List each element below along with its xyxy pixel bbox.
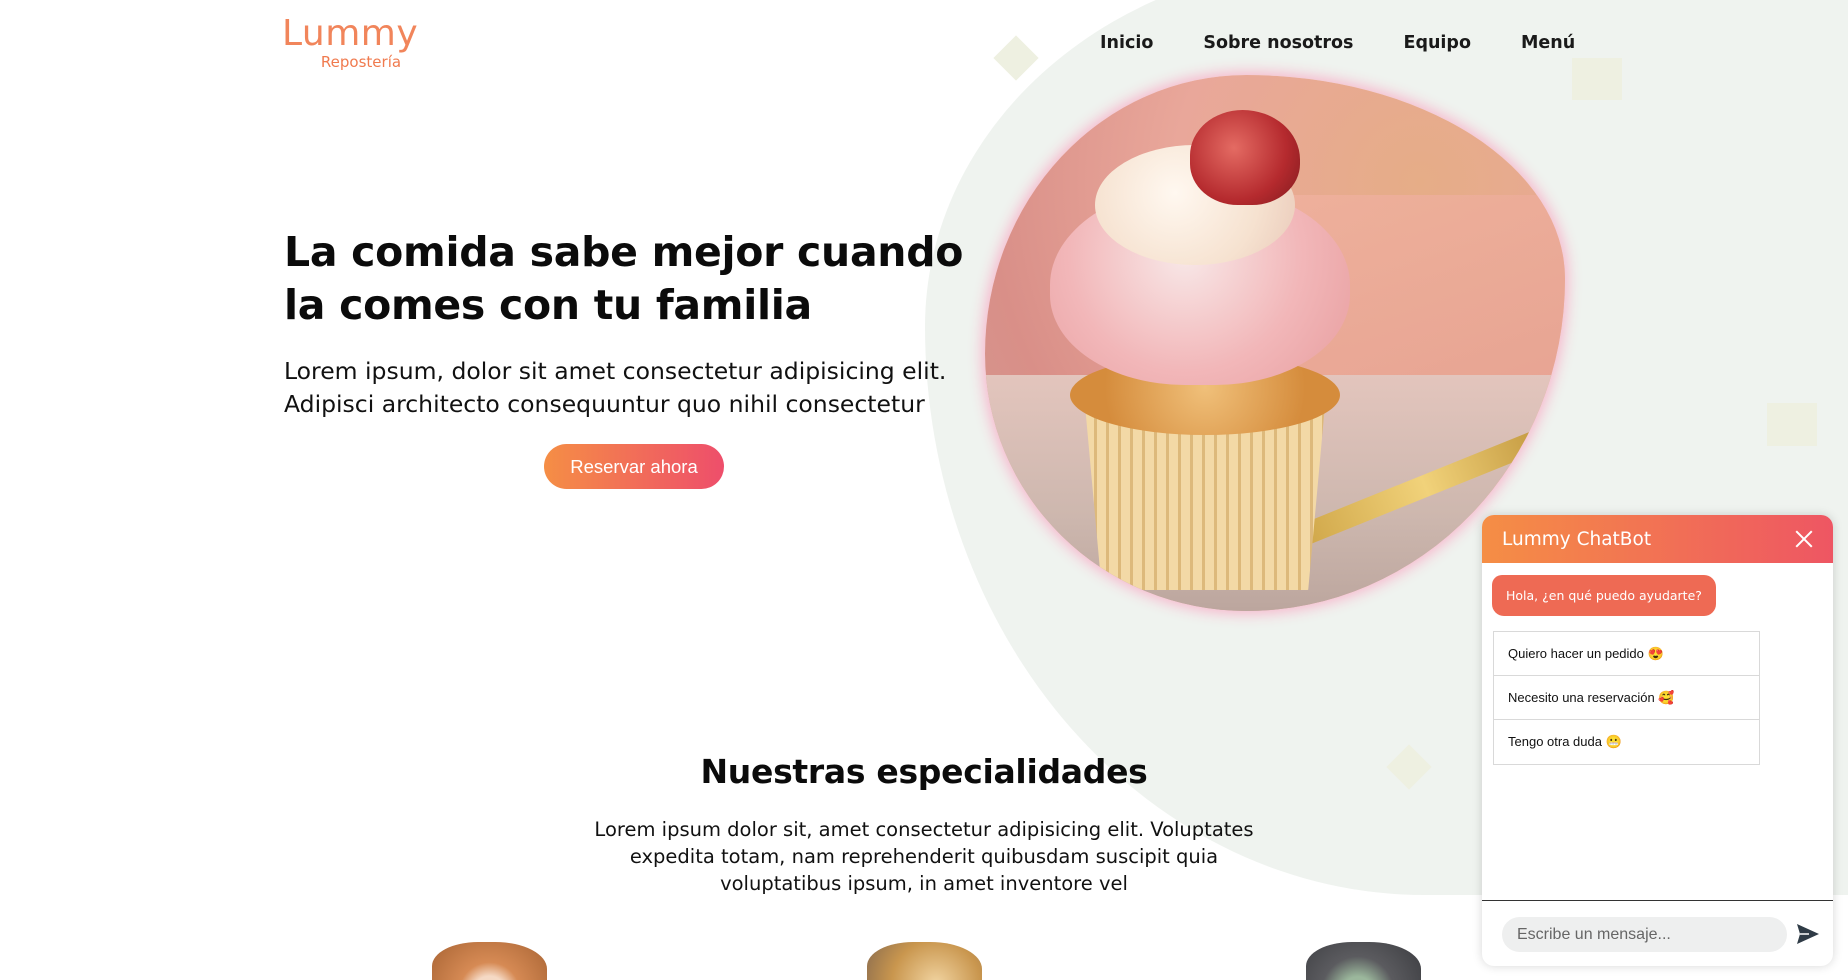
main-nav: Inicio Sobre nosotros Equipo Menú — [1100, 33, 1575, 53]
chat-option-duda[interactable]: Tengo otra duda 😬 — [1494, 720, 1759, 764]
brand-logo[interactable]: Lummy Repostería — [282, 13, 422, 71]
chat-message-input[interactable] — [1502, 917, 1787, 952]
chatbot-footer — [1482, 900, 1833, 966]
send-icon[interactable] — [1796, 923, 1820, 945]
hero-cupcake-image — [985, 75, 1565, 611]
close-icon[interactable] — [1793, 528, 1815, 550]
confetti-shape — [1572, 58, 1622, 100]
bot-message: Hola, ¿en qué puedo ayudarte? — [1492, 575, 1716, 616]
chatbot-title: Lummy ChatBot — [1502, 528, 1652, 550]
nav-item-inicio[interactable]: Inicio — [1100, 33, 1153, 53]
specialty-image-3 — [1306, 942, 1421, 980]
nav-item-sobre-nosotros[interactable]: Sobre nosotros — [1203, 33, 1353, 53]
reserve-button[interactable]: Reservar ahora — [544, 444, 724, 489]
specialties-text: Lorem ipsum dolor sit, amet consectetur … — [594, 818, 1254, 895]
strawberry — [1190, 110, 1300, 205]
hero-text: Lorem ipsum, dolor sit amet consectetur … — [284, 357, 947, 418]
specialty-image-2 — [867, 942, 982, 980]
hero-title: La comida sabe mejor cuando la comes con… — [284, 228, 964, 329]
brand-name: Lummy — [282, 13, 419, 54]
cupcake-illustration — [1040, 105, 1360, 605]
chatbot-header: Lummy ChatBot — [1482, 515, 1833, 563]
chat-option-pedido[interactable]: Quiero hacer un pedido 😍 — [1494, 632, 1759, 676]
chatbot-options: Quiero hacer un pedido 😍 Necesito una re… — [1493, 631, 1760, 765]
nav-item-equipo[interactable]: Equipo — [1403, 33, 1471, 53]
specialty-image-1 — [432, 942, 547, 980]
chatbot-window: Lummy ChatBot Hola, ¿en qué puedo ayudar… — [1482, 515, 1833, 966]
nav-item-menu[interactable]: Menú — [1521, 33, 1575, 53]
confetti-shape — [993, 35, 1039, 81]
confetti-shape — [1767, 403, 1817, 446]
brand-subtitle: Repostería — [320, 53, 402, 71]
chat-option-reservacion[interactable]: Necesito una reservación 🥰 — [1494, 676, 1759, 720]
